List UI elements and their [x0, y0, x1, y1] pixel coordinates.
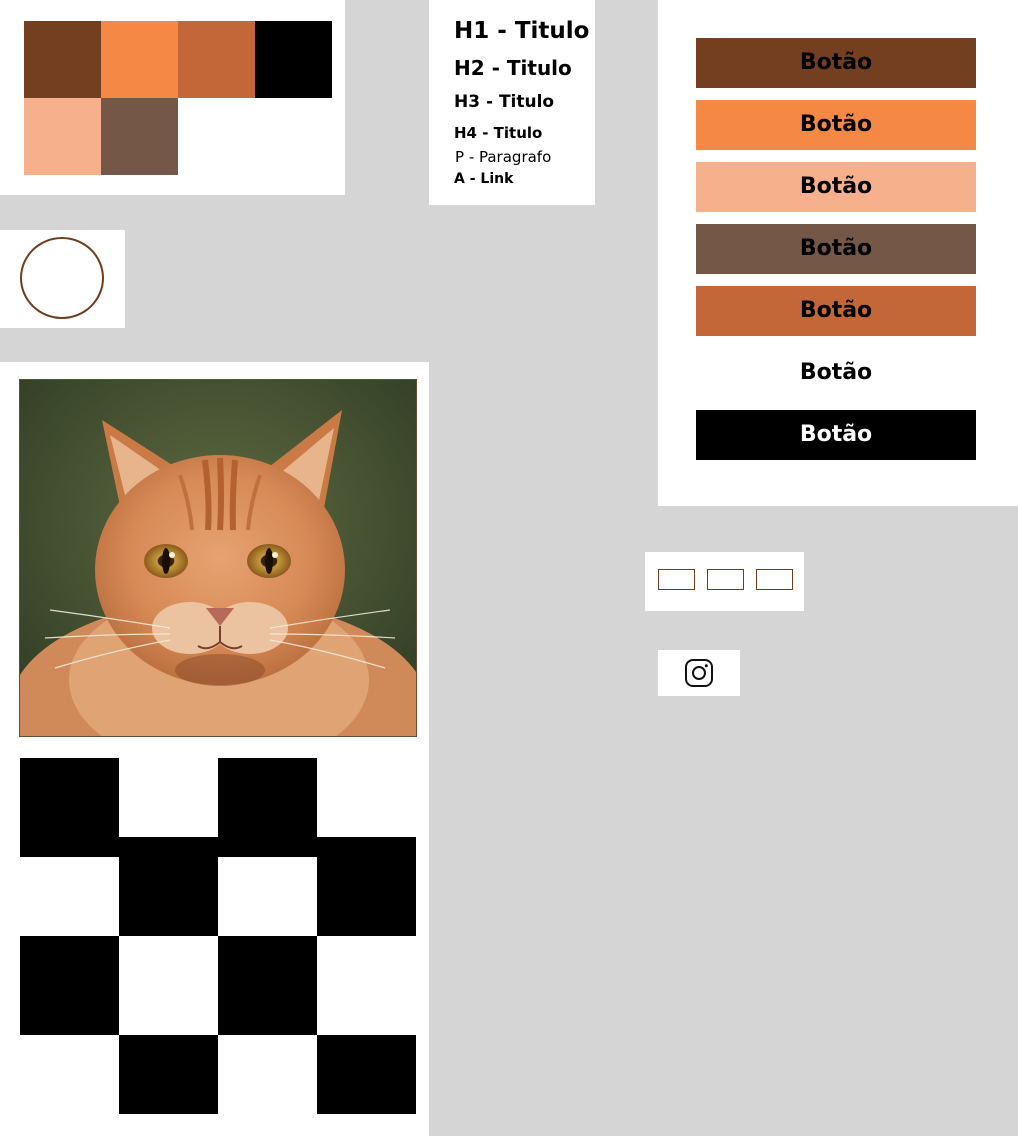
- button-white[interactable]: Botão: [696, 348, 976, 398]
- checker-cell: [218, 936, 317, 1035]
- color-swatch: [178, 21, 255, 98]
- checker-cell: [20, 758, 119, 857]
- checker-cell: [218, 758, 317, 857]
- button-peach[interactable]: Botão: [696, 162, 976, 212]
- checker-cell: [317, 1035, 416, 1114]
- circle-outline: [20, 237, 104, 319]
- social-panel: [658, 650, 740, 696]
- color-palette: [0, 0, 345, 195]
- heading-4-sample: H4 - Titulo: [454, 124, 543, 142]
- button-dark-brown[interactable]: Botão: [696, 38, 976, 88]
- checker-cell: [119, 1035, 218, 1114]
- buttons-panel: Botão Botão Botão Botão Botão Botão Botã…: [658, 0, 1018, 506]
- instagram-icon[interactable]: [684, 658, 714, 688]
- color-swatch: [101, 21, 178, 98]
- typography-samples: H1 - Titulo H2 - Titulo H3 - Titulo H4 -…: [429, 0, 595, 205]
- heading-2-sample: H2 - Titulo: [454, 56, 572, 80]
- link-sample[interactable]: A - Link: [454, 171, 513, 187]
- circle-sample-panel: [0, 230, 125, 328]
- heading-1-sample: H1 - Titulo: [454, 18, 590, 44]
- checker-cell: [317, 837, 416, 936]
- button-black[interactable]: Botão: [696, 410, 976, 460]
- input-box-2[interactable]: [707, 569, 744, 590]
- color-swatch: [24, 98, 101, 175]
- button-orange[interactable]: Botão: [696, 100, 976, 150]
- checker-cell: [20, 936, 119, 1035]
- color-swatch: [101, 98, 178, 175]
- color-swatch: [24, 21, 101, 98]
- small-inputs-panel: [645, 552, 804, 611]
- input-box-1[interactable]: [658, 569, 695, 590]
- button-rust[interactable]: Botão: [696, 286, 976, 336]
- heading-3-sample: H3 - Titulo: [454, 92, 555, 112]
- cat-photo: [19, 379, 417, 737]
- input-box-3[interactable]: [756, 569, 793, 590]
- button-taupe[interactable]: Botão: [696, 224, 976, 274]
- media-panel: [0, 362, 429, 1136]
- paragraph-sample: P - Paragrafo: [455, 148, 552, 166]
- color-swatch: [255, 21, 332, 98]
- checker-cell: [119, 837, 218, 936]
- checkerboard-pattern: [20, 758, 416, 1114]
